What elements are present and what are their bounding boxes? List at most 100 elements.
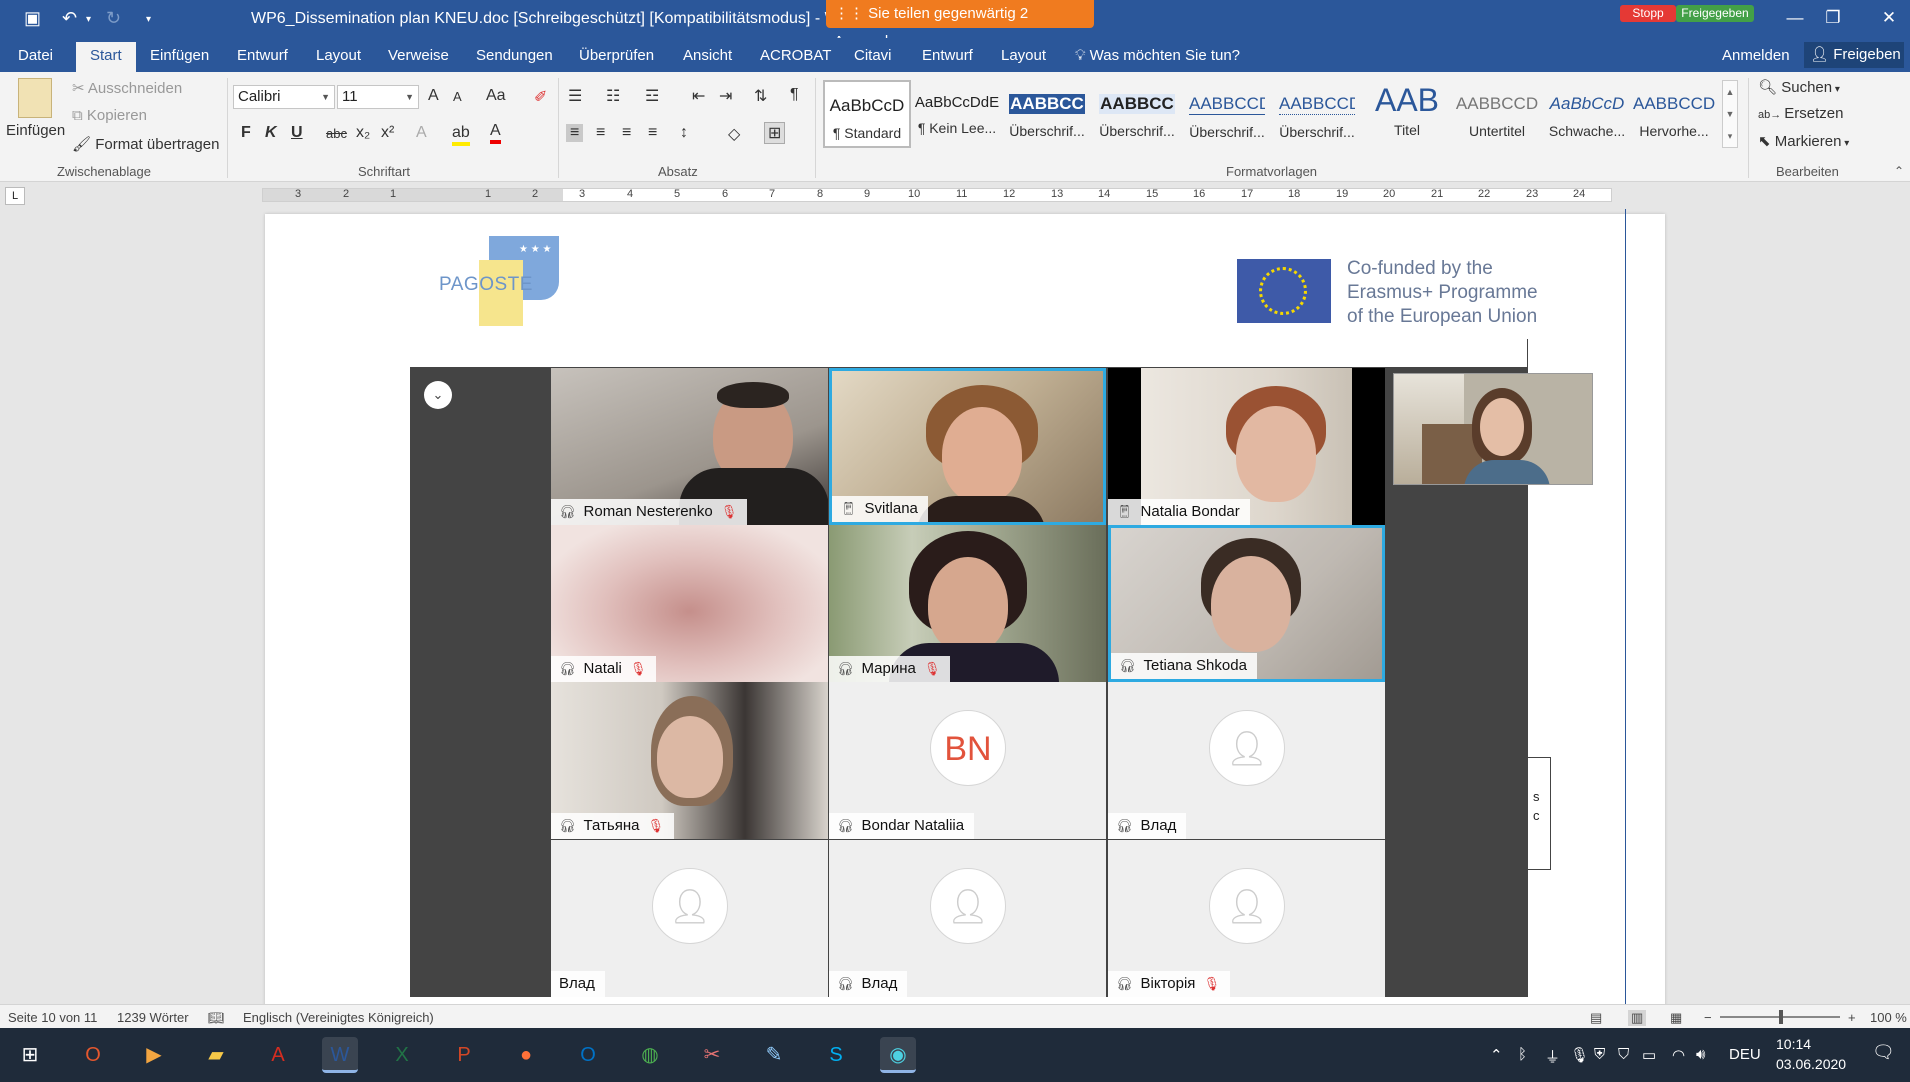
- style-subtitle[interactable]: AABBCCD Untertitel: [1453, 80, 1541, 148]
- tab-table-layout[interactable]: Layout: [1001, 47, 1046, 64]
- security-icon[interactable]: ⛨: [1594, 1046, 1605, 1063]
- snipping-icon[interactable]: ✂: [694, 1037, 730, 1073]
- paint-icon[interactable]: ✎: [756, 1037, 792, 1073]
- clear-formatting-icon[interactable]: ✐: [534, 87, 547, 107]
- participant-tile[interactable]: 🎧︎ Tetiana Shkoda: [1108, 525, 1385, 682]
- style-heading-1[interactable]: AABBCC Überschrif...: [1003, 80, 1091, 148]
- zoom-level[interactable]: 100 %: [1870, 1010, 1907, 1025]
- align-right-icon[interactable]: ≡: [622, 124, 631, 142]
- acrobat-icon[interactable]: A: [260, 1037, 296, 1073]
- mic-muted-icon[interactable]: 🎙︎: [721, 504, 738, 519]
- battery-icon[interactable]: ▭: [1642, 1046, 1656, 1064]
- tab-ansicht[interactable]: Ansicht: [683, 47, 732, 64]
- notifications-icon[interactable]: 🗨︎: [1872, 1042, 1895, 1063]
- participant-tile[interactable]: 👤︎ 🎧︎ Влад: [1108, 682, 1385, 839]
- align-left-icon[interactable]: ≡: [566, 124, 584, 142]
- participant-tile[interactable]: 📱︎ Svitlana: [829, 368, 1106, 525]
- office-icon[interactable]: O: [75, 1037, 111, 1073]
- style-emphasis[interactable]: AABBCCD Hervorhe...: [1633, 80, 1715, 148]
- close-icon[interactable]: ✕: [1874, 8, 1904, 28]
- word-count[interactable]: 1239 Wörter: [117, 1010, 189, 1025]
- minimize-icon[interactable]: —: [1780, 8, 1810, 28]
- text-effects-icon[interactable]: A: [416, 124, 427, 142]
- styles-gallery-scroll[interactable]: ▲ ▼ ▾: [1722, 80, 1738, 148]
- shrink-font-button[interactable]: A: [453, 89, 462, 104]
- font-color-icon[interactable]: A: [490, 122, 501, 144]
- style-heading-4[interactable]: AABBCCDI Überschrif...: [1273, 80, 1361, 148]
- bullets-icon[interactable]: ☰: [568, 86, 582, 106]
- participant-tile[interactable]: 🎧︎ Natali 🎙︎: [551, 525, 828, 682]
- multilevel-list-icon[interactable]: ☲: [645, 86, 659, 106]
- tab-sendungen[interactable]: Sendungen: [476, 47, 553, 64]
- mic-muted-icon[interactable]: 🎙︎: [924, 661, 941, 676]
- decrease-indent-icon[interactable]: ⇤: [692, 86, 705, 106]
- participant-tile[interactable]: 👤︎ 🎧︎ Влад: [829, 840, 1106, 997]
- format-painter-button[interactable]: 🖌︎ Format übertragen: [72, 135, 219, 153]
- collapse-ribbon-icon[interactable]: ⌃: [1894, 164, 1904, 178]
- outlook-icon[interactable]: O: [570, 1037, 606, 1073]
- zoom-in-button[interactable]: +: [1848, 1010, 1856, 1025]
- redo-icon[interactable]: ↻: [106, 8, 121, 29]
- excel-icon[interactable]: X: [384, 1037, 420, 1073]
- mic-muted-icon[interactable]: 🎙︎: [630, 661, 647, 676]
- input-language[interactable]: DEU: [1729, 1046, 1761, 1063]
- video-conference-window[interactable]: ⌄ 🎧︎ Roman Nesterenko 🎙︎ 📱︎ Svitlana 📱︎ Nata…: [410, 367, 1528, 997]
- show-marks-icon[interactable]: ¶: [790, 86, 799, 104]
- tab-layout[interactable]: Layout: [316, 47, 361, 64]
- select-button[interactable]: ⬉ Markieren ▾: [1758, 132, 1849, 150]
- participant-tile[interactable]: 👤︎ Влад: [551, 840, 828, 997]
- bluetooth-icon[interactable]: ᛒ: [1518, 1046, 1527, 1063]
- style-standard[interactable]: AaBbCcD ¶ Standard: [823, 80, 911, 148]
- restore-icon[interactable]: ❐: [1818, 8, 1848, 28]
- grow-font-button[interactable]: A: [428, 87, 439, 105]
- word-icon[interactable]: W: [322, 1037, 358, 1073]
- shared-status-button[interactable]: Freigegeben: [1676, 5, 1754, 22]
- volume-icon[interactable]: 🔊︎: [1696, 1046, 1705, 1063]
- print-layout-icon[interactable]: ▥: [1628, 1010, 1647, 1026]
- clock-time[interactable]: 10:14: [1776, 1036, 1811, 1052]
- share-button[interactable]: 👤︎ Freigeben: [1804, 42, 1904, 68]
- style-no-spacing[interactable]: AaBbCcDdE ¶ Kein Lee...: [913, 80, 1001, 148]
- shading-icon[interactable]: ◇: [728, 124, 740, 144]
- skype-icon[interactable]: S: [818, 1037, 854, 1073]
- mic-icon[interactable]: 🎙︎: [1570, 1046, 1589, 1064]
- collapse-panel-button[interactable]: ⌄: [424, 381, 452, 409]
- tab-citavi[interactable]: Citavi: [854, 47, 892, 64]
- meeting-icon[interactable]: ◉: [880, 1037, 916, 1073]
- tab-datei[interactable]: Datei: [18, 47, 53, 64]
- find-button[interactable]: 🔍︎ Suchen ▾: [1758, 78, 1840, 96]
- stop-sharing-button[interactable]: Stopp: [1620, 5, 1676, 22]
- horizontal-ruler[interactable]: L 3 2 1 1 2 3 4 5 6 7 8 9 10 11 12 13 14…: [0, 183, 1910, 209]
- increase-indent-icon[interactable]: ⇥: [719, 86, 732, 106]
- underline-button[interactable]: U: [291, 124, 303, 142]
- sort-icon[interactable]: ⇅: [754, 86, 767, 106]
- numbering-icon[interactable]: ☷: [606, 86, 620, 106]
- chevron-up-icon[interactable]: ⌃: [1490, 1046, 1503, 1064]
- line-spacing-icon[interactable]: ↕: [680, 124, 688, 142]
- subscript-button[interactable]: x₂: [356, 124, 370, 142]
- copy-button[interactable]: ⧉ Kopieren: [72, 107, 147, 124]
- participant-tile[interactable]: 🎧︎ Марина 🎙︎: [829, 525, 1106, 682]
- style-heading-2[interactable]: AABBCC Überschrif...: [1093, 80, 1181, 148]
- file-explorer-icon[interactable]: ▰: [198, 1037, 234, 1073]
- style-heading-3[interactable]: AABBCCDI Überschrif...: [1183, 80, 1271, 148]
- replace-button[interactable]: ab→ Ersetzen: [1758, 105, 1844, 122]
- tab-ueberpruefen[interactable]: Überprüfen: [579, 47, 654, 64]
- participant-tile[interactable]: BN 🎧︎ Bondar Nataliia: [829, 682, 1106, 839]
- page-count[interactable]: Seite 10 von 11: [8, 1010, 97, 1025]
- tab-verweise[interactable]: Verweise: [388, 47, 449, 64]
- windows-start-icon[interactable]: ⊞: [12, 1037, 48, 1073]
- firefox-icon[interactable]: ●: [508, 1037, 544, 1073]
- tab-einfuegen[interactable]: Einfügen: [150, 47, 209, 64]
- tab-entwurf[interactable]: Entwurf: [237, 47, 288, 64]
- align-center-icon[interactable]: ≡: [596, 124, 605, 142]
- style-subtle-emphasis[interactable]: AaBbCcD Schwache...: [1543, 80, 1631, 148]
- powerpoint-icon[interactable]: P: [446, 1037, 482, 1073]
- usb-icon[interactable]: ⏚: [1545, 1046, 1560, 1067]
- zoom-slider-thumb[interactable]: [1779, 1010, 1783, 1024]
- font-size-combo[interactable]: 11 ▼: [337, 85, 419, 109]
- globe-icon[interactable]: ◍: [632, 1037, 668, 1073]
- shield-icon[interactable]: ⛉: [1618, 1046, 1629, 1063]
- font-name-combo[interactable]: Calibri ▼: [233, 85, 335, 109]
- self-view-video[interactable]: [1393, 373, 1593, 485]
